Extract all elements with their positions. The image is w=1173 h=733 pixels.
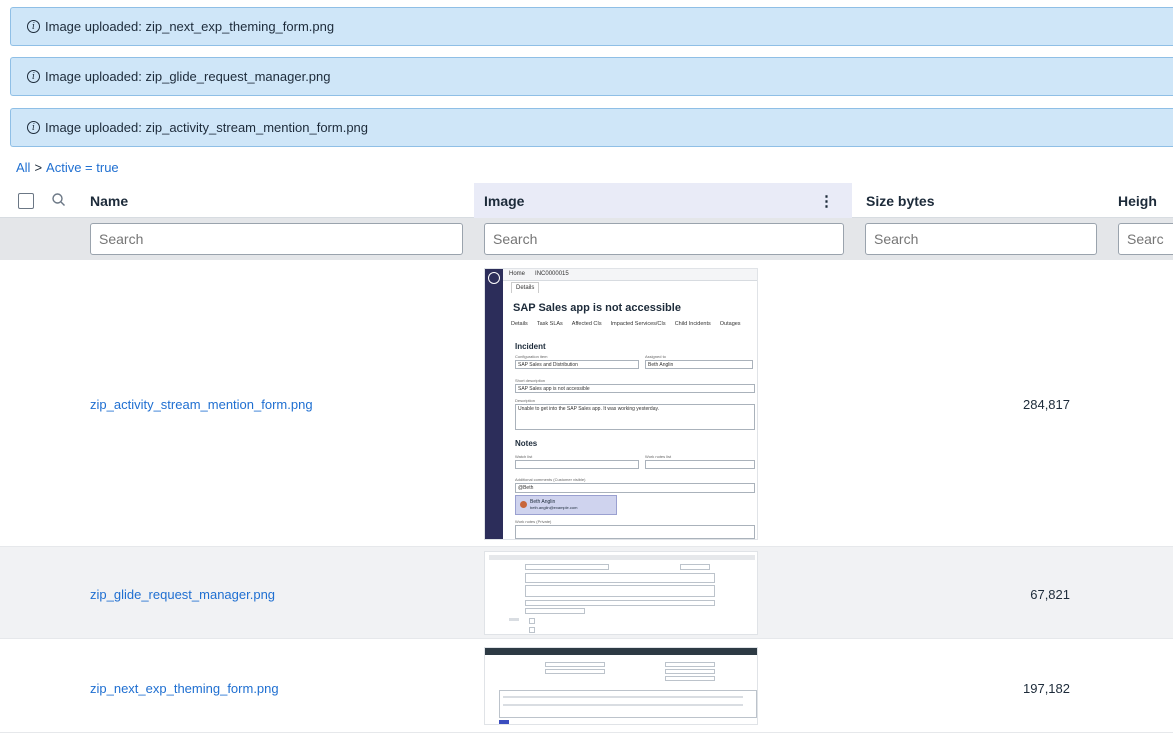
home-tab: Home — [509, 271, 526, 277]
info-banner: i Image uploaded: zip_activity_stream_me… — [10, 108, 1173, 147]
record-tab: INC0000015 — [535, 271, 569, 277]
breadcrumb-separator: > — [34, 160, 43, 175]
details-tab: Details — [511, 282, 540, 293]
height-search-input[interactable] — [1118, 223, 1173, 255]
watch-list-field — [515, 460, 639, 469]
field-label: Assigned to — [645, 354, 666, 359]
table-row: zip_activity_stream_mention_form.png Hom… — [0, 260, 1173, 547]
table-row: zip_glide_request_manager.png 67,821 — [0, 547, 1173, 639]
info-icon: i — [27, 70, 40, 83]
short-description-field: SAP Sales app is not accessible — [515, 384, 755, 393]
banner-text: Image uploaded: zip_next_exp_theming_for… — [45, 19, 335, 34]
form-tab: Task SLAs — [536, 321, 563, 327]
column-header-image-label: Image — [484, 192, 525, 209]
info-icon: i — [27, 121, 40, 134]
column-header-image[interactable]: Image ⋮ — [474, 183, 852, 218]
section-heading: Incident — [515, 342, 546, 351]
form-tab: Impacted Services/CIs — [610, 321, 666, 327]
column-search-row — [0, 218, 1173, 260]
size-bytes-value: 67,821 — [1030, 587, 1070, 602]
image-thumbnail[interactable]: Home INC0000015 Details SAP Sales app is… — [484, 268, 758, 540]
avatar — [520, 501, 527, 508]
form-tabs: Details Task SLAs Affected CIs Impacted Ser… — [511, 321, 750, 327]
description-field: Unable to get into the SAP Sales app. It… — [515, 404, 755, 430]
mention-popup: Beth Anglin beth.anglin@example.com — [515, 495, 617, 515]
breadcrumb-filter-link[interactable]: Active = true — [46, 160, 119, 175]
list-header-row: Name Image ⋮ Size bytes Heigh — [0, 183, 1173, 218]
column-header-height[interactable]: Heigh — [1118, 183, 1157, 218]
row-name-link[interactable]: zip_glide_request_manager.png — [90, 587, 275, 602]
form-tab: Details — [511, 321, 528, 327]
logo-icon — [488, 272, 500, 284]
field-label: Short description — [515, 378, 546, 383]
top-tab-bar: Home INC0000015 — [503, 269, 757, 281]
mention-email: beth.anglin@example.com — [530, 505, 578, 510]
field-label: Description — [515, 398, 536, 403]
work-notes-list-field — [645, 460, 755, 469]
column-header-size-bytes[interactable]: Size bytes — [866, 183, 934, 218]
config-item-field: SAP Sales and Distribution — [515, 360, 639, 369]
breadcrumb-all-link[interactable]: All — [16, 160, 30, 175]
search-icon[interactable] — [50, 191, 68, 209]
field-label: Configuration item — [515, 354, 548, 359]
record-title: SAP Sales app is not accessible — [513, 302, 681, 314]
size-bytes-value: 197,182 — [1023, 681, 1070, 696]
row-name-link[interactable]: zip_activity_stream_mention_form.png — [90, 397, 313, 412]
image-thumbnail[interactable] — [484, 551, 758, 635]
form-tab: Outages — [719, 321, 741, 327]
size-bytes-value: 284,817 — [1023, 397, 1070, 412]
info-banner: i Image uploaded: zip_glide_request_mana… — [10, 57, 1173, 96]
row-name-link[interactable]: zip_next_exp_theming_form.png — [90, 681, 279, 696]
field-label: Watch list — [515, 454, 533, 459]
image-thumbnail[interactable] — [484, 647, 758, 725]
banner-text: Image uploaded: zip_activity_stream_ment… — [45, 120, 369, 135]
select-all-checkbox[interactable] — [18, 193, 34, 209]
comments-field: @Beth — [515, 483, 755, 493]
work-notes-field — [515, 525, 755, 539]
form-tab: Child Incidents — [674, 321, 711, 327]
section-heading: Notes — [515, 439, 538, 448]
field-label: Work notes list — [645, 454, 672, 459]
breadcrumb: All > Active = true — [16, 160, 119, 175]
info-icon: i — [27, 20, 40, 33]
form-tab: Affected CIs — [571, 321, 602, 327]
kebab-menu-icon[interactable]: ⋮ — [819, 192, 834, 210]
field-label: Work notes (Private) — [515, 519, 552, 524]
field-label: Additional comments (Customer visible) — [515, 477, 586, 482]
size-search-input[interactable] — [865, 223, 1097, 255]
image-search-input[interactable] — [484, 223, 844, 255]
banner-text: Image uploaded: zip_glide_request_manage… — [45, 69, 331, 84]
column-header-name[interactable]: Name — [90, 183, 128, 218]
name-search-input[interactable] — [90, 223, 463, 255]
info-banner: i Image uploaded: zip_next_exp_theming_f… — [10, 7, 1173, 46]
sidebar — [485, 269, 503, 539]
table-row: zip_next_exp_theming_form.png 197,182 — [0, 639, 1173, 733]
assigned-to-field: Beth Anglin — [645, 360, 753, 369]
